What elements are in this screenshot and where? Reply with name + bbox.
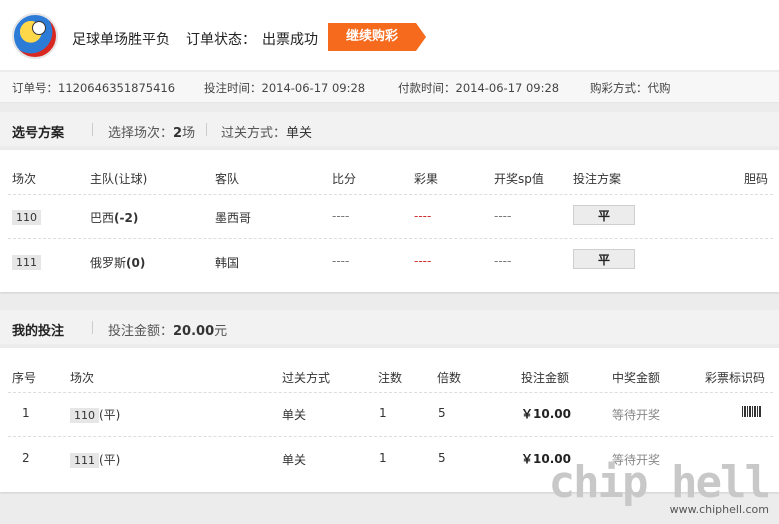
bet-count: 1: [379, 406, 387, 420]
watermark-logo: chip hell: [548, 457, 771, 508]
col-header: 彩票标识码: [705, 371, 766, 385]
selection-section-header: 选号方案 选择场次：2场 过关方式：单关: [0, 112, 779, 146]
col-header: 客队: [215, 172, 240, 186]
col-header: 投注方案: [573, 172, 622, 186]
col-header: 场次: [12, 172, 37, 186]
bet-time: 投注时间：2014-06-17 09:28: [204, 81, 366, 95]
order-status-value: 出票成功: [262, 32, 318, 48]
order-number: 订单号：1120646351875416: [12, 81, 176, 95]
home-team: 巴西(-2): [90, 211, 139, 225]
away-team: 韩国: [215, 256, 240, 270]
bet-pick-button[interactable]: 平: [573, 249, 635, 269]
prize-status: 等待开奖: [612, 408, 661, 422]
sp-value: ----: [494, 254, 512, 268]
page-title: 足球单场胜平负: [72, 32, 170, 48]
row-number: 1: [22, 406, 30, 420]
bet-match: 110 (平): [70, 406, 120, 423]
result: ----: [414, 254, 432, 268]
match-number: 111: [12, 255, 41, 270]
order-header: 足球单场胜平负 订单状态： 出票成功 继续购彩: [0, 0, 779, 70]
bet-multiple: 5: [438, 406, 446, 420]
bet-amount-value: ￥10.00: [521, 407, 571, 421]
bet-match: 111 (平): [70, 451, 120, 468]
row-divider: [8, 392, 773, 393]
bet-pick-button[interactable]: 平: [573, 205, 635, 225]
score: ----: [332, 209, 350, 223]
lottery-logo: [12, 13, 58, 59]
barcode-icon[interactable]: [742, 406, 762, 417]
col-header: 彩果: [414, 172, 439, 186]
buy-type: 购彩方式：代购: [590, 81, 671, 95]
divider: [92, 123, 93, 136]
bets-section-header: 我的投注 投注金额：20.00元: [0, 310, 779, 344]
row-number: 2: [22, 451, 30, 465]
bet-multiple: 5: [438, 451, 446, 465]
col-header: 比分: [332, 172, 357, 186]
divider: [206, 123, 207, 136]
selection-title: 选号方案: [12, 126, 65, 141]
col-header: 开奖sp值: [494, 172, 544, 186]
pass-type: 过关方式：单关: [221, 126, 313, 141]
order-status-label: 订单状态：: [186, 32, 256, 48]
order-info-bar: 订单号：1120646351875416 投注时间：2014-06-17 09:…: [0, 72, 779, 103]
bet-count: 1: [379, 451, 387, 465]
score: ----: [332, 254, 350, 268]
col-header: 胆码: [744, 172, 769, 186]
pass-type: 单关: [282, 408, 307, 422]
continue-buy-button[interactable]: 继续购彩: [328, 23, 427, 51]
col-header: 注数: [378, 371, 403, 385]
col-header: 过关方式: [282, 371, 331, 385]
selection-table: 场次 主队(让球) 客队 比分 彩果 开奖sp值 投注方案 胆码 110 巴西(…: [0, 150, 779, 292]
match-count: 选择场次：2场: [108, 126, 196, 141]
row-divider: [8, 194, 773, 195]
divider: [92, 321, 93, 334]
watermark: chip hell www.chiphell.com: [548, 457, 771, 517]
result: ----: [414, 209, 432, 223]
bet-amount: 投注金额：20.00元: [108, 324, 228, 339]
col-header: 中奖金额: [612, 371, 661, 385]
col-header: 场次: [70, 371, 95, 385]
pay-time: 付款时间：2014-06-17 09:28: [398, 81, 560, 95]
pass-type: 单关: [282, 453, 307, 467]
football-icon: [32, 21, 46, 35]
home-team: 俄罗斯(0): [90, 256, 146, 270]
bets-title: 我的投注: [12, 324, 65, 339]
row-divider: [8, 238, 773, 239]
row-divider: [8, 436, 773, 437]
col-header: 投注金额: [521, 371, 570, 385]
col-header: 主队(让球): [90, 172, 148, 186]
away-team: 墨西哥: [215, 211, 252, 225]
col-header: 序号: [12, 371, 37, 385]
sp-value: ----: [494, 209, 512, 223]
match-number: 110: [12, 210, 41, 225]
col-header: 倍数: [437, 371, 462, 385]
